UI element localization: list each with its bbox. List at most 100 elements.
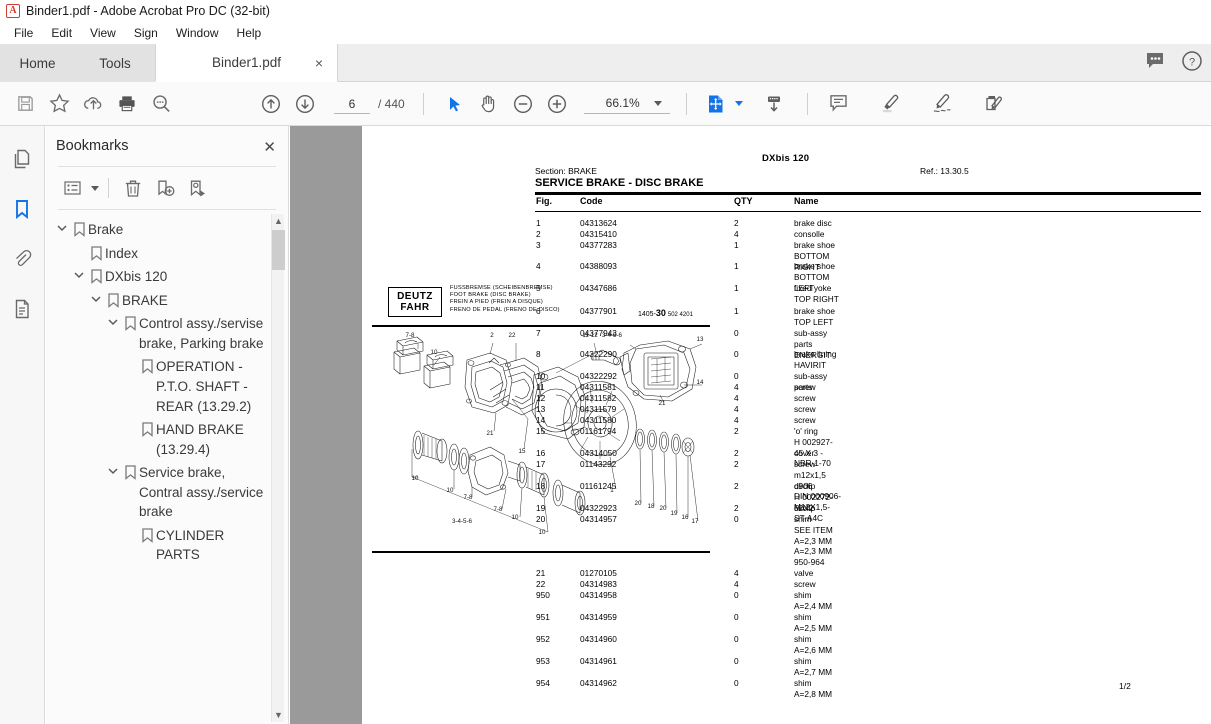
close-icon[interactable]: ✕ [263, 138, 276, 156]
cell-qty: 2 [734, 481, 739, 491]
cell-qty: 4 [734, 404, 739, 414]
bookmarks-scrollbar[interactable]: ▲ ▼ [271, 214, 285, 722]
cell-name: brake disc [794, 218, 832, 228]
bookmark-item[interactable]: DXbis 120 [46, 265, 289, 289]
scroll-up-icon[interactable]: ▲ [272, 214, 285, 228]
upload-cloud-icon[interactable] [76, 87, 110, 121]
cell-fig: 954 [536, 678, 550, 688]
document-viewport[interactable]: DXbis 120 Section: BRAKE Ref.: 13.30.5 S… [290, 126, 1211, 724]
tab-tools[interactable]: Tools [75, 44, 155, 82]
tab-home[interactable]: Home [0, 44, 75, 82]
chevron-down-icon[interactable] [653, 100, 662, 106]
cell-name: shim A=2,5 MM [794, 612, 833, 633]
edit-bookmark-icon[interactable] [182, 174, 212, 202]
bookmark-item[interactable]: CYLINDER PARTS [46, 524, 289, 567]
diagram-language-lines: FUSSBREMSE (SCHEIBENBREMSE) FOOT BRAKE (… [450, 285, 560, 314]
cell-code: 04314960 [580, 634, 617, 644]
bookmark-item[interactable]: HAND BRAKE (13.29.4) [46, 418, 289, 461]
diagram-callout: 19 [671, 510, 678, 517]
diagram-callout: 1 [610, 487, 614, 494]
diagram-callout: 15 [519, 448, 526, 455]
bookmark-item[interactable]: Index [46, 242, 289, 266]
bookmark-item[interactable]: Service brake, Contral assy./service bra… [46, 461, 289, 524]
fill-and-sign-icon[interactable] [978, 87, 1012, 121]
bookmark-tree[interactable]: Brake Index DXbis 120 BRAKE Control assy./se… [46, 212, 289, 724]
page-scroll-icon[interactable] [757, 87, 791, 121]
page-thumbnails-icon[interactable] [7, 144, 37, 174]
title-bar: A Binder1.pdf - Adobe Acrobat Pro DC (32… [0, 0, 1211, 22]
chevron-down-icon[interactable] [71, 267, 87, 279]
next-page-button[interactable] [288, 87, 322, 121]
diagram-drawing: 7-8 2 22 11-12 3-4-5-613101421211510107-87-8… [393, 332, 704, 536]
diagram-callout: 11-12 [582, 332, 598, 339]
highlight-icon[interactable] [874, 87, 908, 121]
save-icon[interactable] [8, 87, 42, 121]
zoom-out-icon[interactable] [506, 87, 540, 121]
acrobat-logo-icon: A [6, 4, 20, 18]
navigation-rail [0, 126, 45, 724]
bookmark-icon [138, 357, 156, 375]
cell-qty: 0 [734, 328, 739, 338]
cell-name: screw [794, 382, 816, 392]
cell-fig: 21 [536, 568, 546, 578]
help-circle-icon[interactable]: ? [1181, 50, 1203, 77]
cell-fig: 4 [536, 261, 541, 271]
chat-bubble-icon[interactable] [1145, 51, 1167, 76]
menu-help[interactable]: Help [228, 24, 271, 42]
options-list-icon[interactable] [58, 174, 88, 202]
bookmark-item[interactable]: BRAKE [46, 289, 289, 313]
main-toolbar: 6 / 440 66.1% [0, 82, 1211, 126]
exploded-diagram: DEUTZ FAHR FUSSBREMSE (SCHEIBENBREMSE) F… [372, 281, 710, 567]
pdf-page-label: 1/2 [1119, 681, 1131, 691]
cell-fig: 952 [536, 634, 550, 644]
fit-page-icon[interactable] [699, 87, 733, 121]
zoom-in-icon[interactable] [540, 87, 574, 121]
diagram-callout: 10 [412, 475, 419, 482]
header-right-icons: ? [1145, 44, 1203, 82]
hand-tool-icon[interactable] [472, 87, 506, 121]
previous-page-button[interactable] [254, 87, 288, 121]
bookmark-item[interactable]: OPERATION - P.T.O. SHAFT - REAR (13.29.2… [46, 355, 289, 418]
cursor-arrow-icon[interactable] [438, 87, 472, 121]
menu-sign[interactable]: Sign [125, 24, 167, 42]
tab-document-label: Binder1.pdf [211, 55, 282, 70]
menu-view[interactable]: View [81, 24, 125, 42]
cell-qty: 2 [734, 448, 739, 458]
search-zoom-icon[interactable] [144, 87, 178, 121]
layers-icon[interactable] [7, 294, 37, 324]
code-prefix: 1405- [638, 311, 656, 318]
sign-icon[interactable] [926, 87, 960, 121]
lang-fr: FREIN A PIED (FREIN A DISQUE) [450, 299, 544, 306]
page-number-input[interactable]: 6 [334, 94, 370, 114]
menu-window[interactable]: Window [167, 24, 228, 42]
delete-bookmark-icon[interactable] [118, 174, 148, 202]
comment-icon[interactable] [822, 87, 856, 121]
bookmarks-icon[interactable] [7, 194, 37, 224]
print-icon[interactable] [110, 87, 144, 121]
chevron-down-icon[interactable] [54, 220, 70, 232]
bookmark-label: CYLINDER PARTS [156, 527, 225, 563]
menu-edit[interactable]: Edit [42, 24, 81, 42]
toolbar-divider-2 [685, 92, 687, 115]
chevron-down-icon[interactable] [91, 185, 99, 191]
panel-collapse-handle[interactable] [290, 421, 291, 451]
scrollbar-thumb[interactable] [272, 230, 285, 270]
cell-qty: 1 [734, 240, 739, 250]
attachments-icon[interactable] [7, 244, 37, 274]
bookmark-item[interactable]: Control assy./servise brake, Parking bra… [46, 312, 289, 355]
menu-bar: File Edit View Sign Window Help [0, 22, 1211, 44]
star-icon[interactable] [42, 87, 76, 121]
zoom-level-control[interactable]: 66.1% [583, 94, 670, 114]
bookmark-label: HAND BRAKE (13.29.4) [156, 422, 244, 457]
chevron-down-icon[interactable] [88, 291, 104, 303]
chevron-down-icon[interactable] [105, 463, 121, 475]
tab-document[interactable]: Binder1.pdf × [155, 44, 338, 82]
fit-page-chevron-icon[interactable] [734, 101, 743, 106]
scroll-down-icon[interactable]: ▼ [272, 708, 285, 722]
code-bold: 30 [655, 308, 666, 318]
bookmark-item[interactable]: Brake [46, 218, 289, 242]
new-bookmark-icon[interactable] [150, 174, 180, 202]
menu-file[interactable]: File [5, 24, 42, 42]
close-icon[interactable]: × [315, 56, 323, 70]
chevron-down-icon[interactable] [105, 314, 121, 326]
